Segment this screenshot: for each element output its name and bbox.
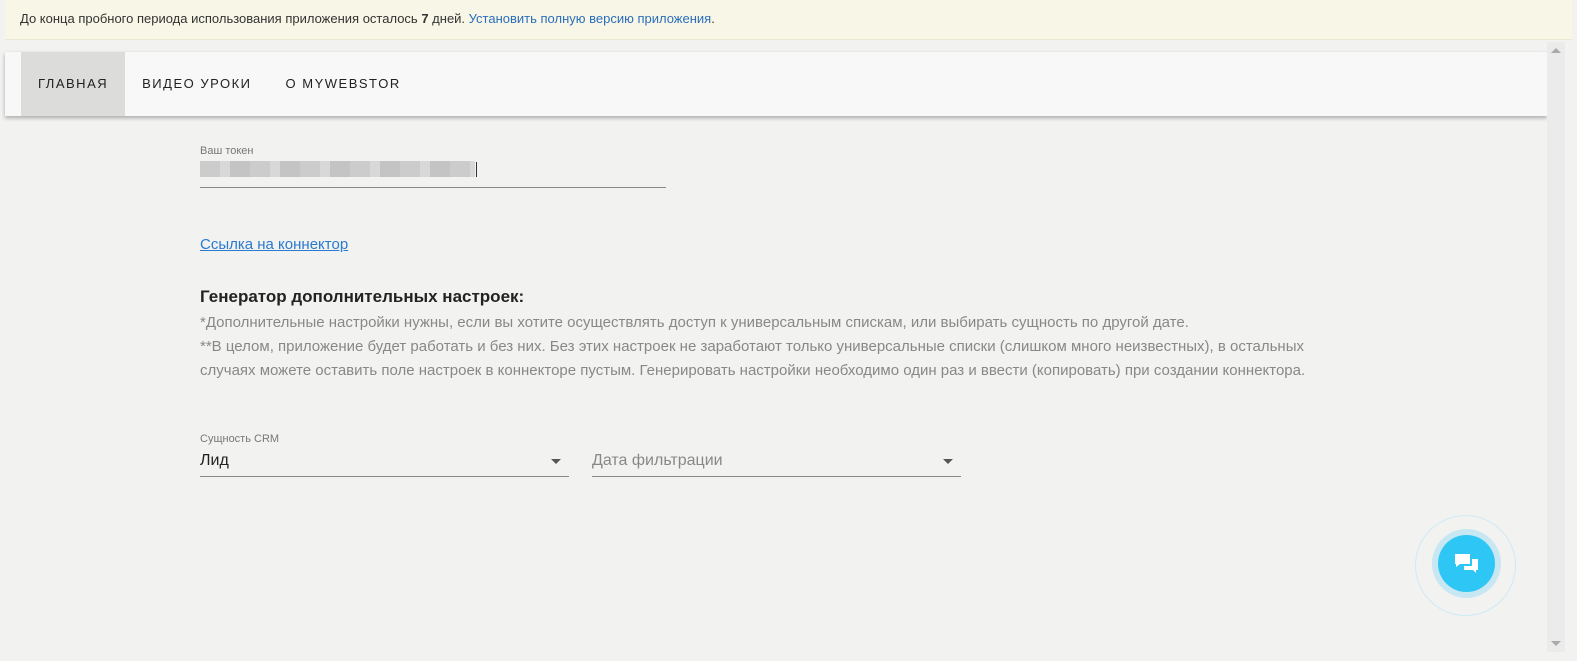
install-full-version-link[interactable]: Установить полную версию приложения: [469, 11, 712, 26]
notice-text-after: дней.: [428, 11, 469, 26]
generator-description: *Дополнительные настройки нужны, если вы…: [200, 311, 1310, 383]
description-line-2: **В целом, приложение будет работать и б…: [200, 338, 1306, 379]
scroll-down-icon[interactable]: [1551, 641, 1561, 646]
token-value-blurred: [200, 161, 475, 177]
chevron-down-icon: [943, 459, 953, 464]
main-nav: ГЛАВНАЯ ВИДЕО УРОКИ О MYWEBSTOR: [5, 52, 1547, 116]
chat-button[interactable]: [1438, 535, 1495, 592]
chevron-down-icon: [551, 459, 561, 464]
entity-select[interactable]: Лид: [200, 448, 569, 477]
tab-main[interactable]: ГЛАВНАЯ: [21, 52, 126, 116]
days-left: 7: [421, 11, 429, 26]
description-line-1: *Дополнительные настройки нужны, если вы…: [200, 314, 1189, 331]
entity-value: Лид: [200, 452, 229, 469]
connector-link[interactable]: Ссылка на коннектор: [200, 236, 348, 253]
trial-notice: До конца пробного периода использования …: [5, 0, 1572, 40]
tab-video-lessons[interactable]: ВИДЕО УРОКИ: [125, 52, 268, 116]
chat-widget[interactable]: [1415, 515, 1516, 616]
generator-title: Генератор дополнительных настроек:: [200, 287, 525, 306]
scrollbar[interactable]: [1547, 42, 1565, 652]
notice-text: До конца пробного периода использования …: [20, 11, 422, 26]
notice-period: .: [711, 11, 715, 26]
text-caret: [476, 162, 477, 177]
scroll-up-icon[interactable]: [1551, 48, 1561, 53]
token-input[interactable]: [200, 187, 666, 188]
tab-about[interactable]: О MYWEBSTOR: [269, 52, 418, 116]
entity-label: Сущность CRM: [200, 433, 280, 445]
chat-bubbles-icon: [1454, 553, 1478, 573]
token-label: Ваш токен: [200, 145, 254, 157]
date-filter-placeholder: Дата фильтрации: [592, 452, 723, 469]
date-filter-select[interactable]: Дата фильтрации: [592, 448, 961, 477]
